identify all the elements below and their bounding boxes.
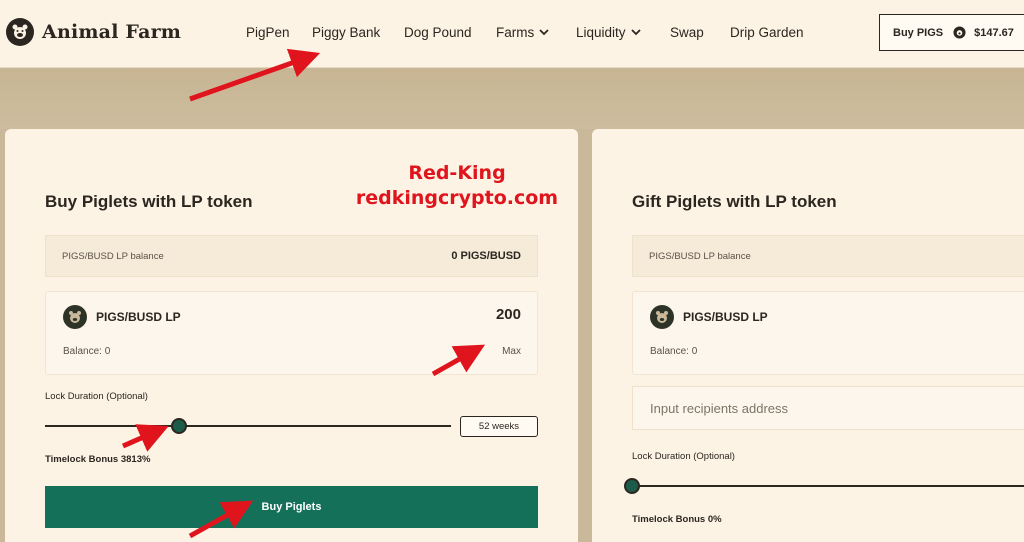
nav-farms[interactable]: Farms (496, 25, 549, 40)
banner-background (0, 69, 1024, 129)
lock-weeks-value[interactable]: 52 weeks (460, 416, 538, 437)
pig-coin-icon (953, 26, 966, 39)
nav-pigpen[interactable]: PigPen (246, 25, 290, 40)
pig-token-icon (63, 305, 87, 329)
gift-lp-amount-box: PIGS/BUSD LP Balance: 0 (632, 291, 1024, 375)
nav-liquidity[interactable]: Liquidity (576, 25, 641, 40)
nav-dog-pound[interactable]: Dog Pound (404, 25, 472, 40)
gift-token-balance: Balance: 0 (650, 346, 698, 357)
nav-liquidity-label: Liquidity (576, 25, 626, 40)
watermark: Red-King redkingcrypto.com (352, 160, 562, 210)
timelock-bonus: Timelock Bonus 3813% (45, 454, 151, 465)
lock-slider-handle[interactable] (170, 418, 187, 434)
token-name: PIGS/BUSD LP (96, 310, 181, 324)
gift-piglets-card: Gift Piglets with LP token PIGS/BUSD LP … (592, 129, 1024, 542)
watermark-line1: Red-King (408, 162, 506, 184)
lock-duration-label: Lock Duration (Optional) (45, 391, 148, 402)
lp-amount-box: PIGS/BUSD LP 200 Balance: 0 Max (45, 291, 538, 375)
nav-piggy-bank[interactable]: Piggy Bank (312, 25, 380, 40)
lp-balance-label: PIGS/BUSD LP balance (62, 250, 164, 262)
logo[interactable]: Animal Farm (6, 18, 181, 46)
chevron-down-icon (630, 29, 641, 36)
gift-card-title: Gift Piglets with LP token (632, 192, 837, 211)
gift-lock-slider-handle[interactable] (624, 478, 640, 494)
top-navbar: Animal Farm PigPen Piggy Bank Dog Pound … (0, 0, 1024, 68)
gift-token-name: PIGS/BUSD LP (683, 310, 768, 324)
gift-lp-balance-box: PIGS/BUSD LP balance (632, 235, 1024, 277)
gift-lock-duration-label: Lock Duration (Optional) (632, 451, 735, 462)
gift-lock-duration-slider[interactable] (632, 485, 1024, 487)
brand-name: Animal Farm (42, 21, 182, 43)
pig-logo-icon (6, 18, 34, 46)
nav-farms-label: Farms (496, 25, 535, 40)
max-button[interactable]: Max (502, 346, 521, 357)
chevron-down-icon (539, 29, 549, 36)
watermark-line2: redkingcrypto.com (355, 187, 559, 209)
gift-lp-balance-label: PIGS/BUSD LP balance (649, 250, 751, 262)
amount-input[interactable]: 200 (496, 306, 521, 323)
pig-token-icon (650, 305, 674, 329)
lp-balance-box: PIGS/BUSD LP balance 0 PIGS/BUSD (45, 235, 538, 277)
buy-card-title: Buy Piglets with LP token (45, 192, 253, 211)
buy-pigs-label: Buy PIGS (893, 26, 944, 39)
recipient-address-input[interactable] (632, 386, 1024, 430)
lp-balance-value: 0 PIGS/BUSD (451, 250, 521, 262)
nav-drip-garden[interactable]: Drip Garden (730, 25, 804, 40)
buy-pigs-button[interactable]: Buy PIGS $147.67 (879, 14, 1024, 51)
token-balance: Balance: 0 (63, 346, 111, 357)
buy-piglets-button[interactable]: Buy Piglets (45, 486, 538, 528)
nav-swap[interactable]: Swap (670, 25, 704, 40)
pigs-price: $147.67 (974, 26, 1014, 39)
lock-duration-slider[interactable] (45, 425, 451, 427)
gift-timelock-bonus: Timelock Bonus 0% (632, 514, 722, 525)
